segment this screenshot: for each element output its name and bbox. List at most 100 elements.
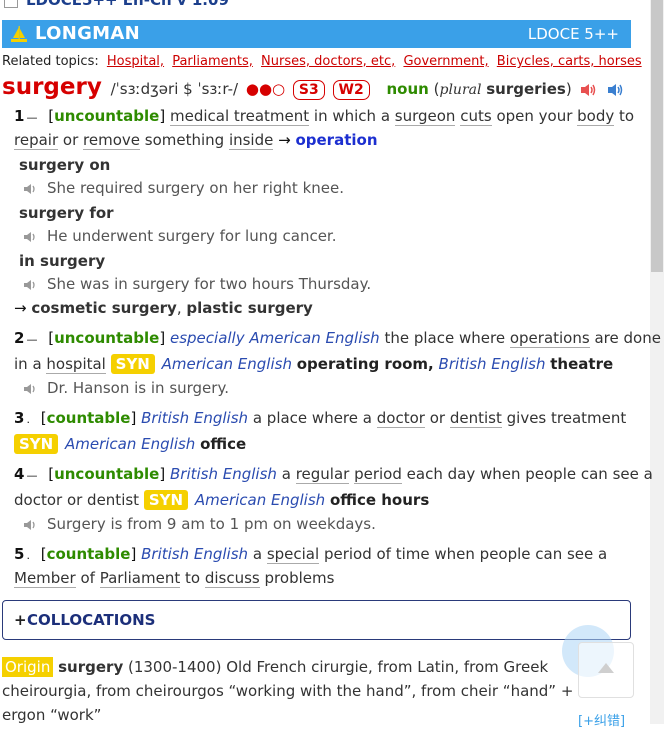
sense-4: 4— [uncountable] British English a regul… <box>14 465 653 484</box>
sense-number: 1— <box>14 107 38 125</box>
definition-text: a <box>252 545 263 563</box>
example-sentence: Surgery is from 9 am to 1 pm on weekdays… <box>23 515 376 533</box>
collocation-phrase: surgery for <box>19 204 114 222</box>
collocation-phrase: surgery on <box>19 156 111 174</box>
definition-word[interactable]: discuss <box>204 569 260 588</box>
example-sentence: Dr. Hanson is in surgery. <box>23 379 229 397</box>
checkbox[interactable] <box>4 0 18 8</box>
collocation-phrase: in surgery <box>19 252 106 270</box>
definition-word[interactable]: doctor <box>376 409 425 428</box>
longman-banner: LONGMAN LDOCE 5++ <box>2 20 631 48</box>
cross-reference-link[interactable]: operation <box>295 131 377 149</box>
definition-word[interactable]: special <box>266 545 320 564</box>
example-audio-icon[interactable] <box>23 383 39 395</box>
definition-text: or <box>58 131 84 149</box>
example-sentence: She required surgery on her right knee. <box>23 179 344 197</box>
plural-close: ) <box>565 80 572 98</box>
american-audio-icon[interactable] <box>607 83 625 97</box>
sense-number: 2— <box>14 329 38 347</box>
collocations-label[interactable]: COLLOCATIONS <box>27 611 155 629</box>
grammar-label: [uncountable] <box>48 465 166 483</box>
definition-word[interactable]: operations <box>509 329 590 348</box>
sense-number: 4— <box>14 465 38 483</box>
collocations-expander[interactable]: + COLLOCATIONS <box>2 600 631 640</box>
british-audio-icon[interactable] <box>580 83 598 97</box>
definition-word[interactable]: remove <box>83 131 140 150</box>
definition-word[interactable]: inside <box>228 131 274 150</box>
related-topics: Related topics: Hospital, Parliaments, N… <box>2 54 642 69</box>
edition-label: LDOCE 5++ <box>527 25 619 43</box>
register-label: British English <box>438 355 546 373</box>
synonym-badge: SYN <box>14 434 59 454</box>
definition-word[interactable]: cuts <box>460 107 492 126</box>
definition-word[interactable]: hospital <box>46 355 106 374</box>
sense-2-continued: in a hospital SYN American English opera… <box>14 354 613 374</box>
register-label: British English <box>141 409 249 427</box>
dictionary-name: LDOCE5++ En-Cn v 1.09 <box>26 0 229 9</box>
definition-word[interactable]: surgeon <box>394 107 456 126</box>
definition-text: gives treatment <box>506 409 627 427</box>
definition-text: in a <box>14 355 42 373</box>
definition-text: open your <box>491 107 578 125</box>
sense-3-continued: SYN American English office <box>14 434 246 454</box>
top-strip: LDOCE5++ En-Cn v 1.09 <box>0 0 650 12</box>
topic-link[interactable]: Nurses, doctors, etc, <box>261 54 395 69</box>
register-label: British English <box>141 545 249 563</box>
brand-name: LONGMAN <box>35 23 140 44</box>
see-also-link[interactable]: cosmetic surgery <box>31 299 176 317</box>
definition-text: are done <box>594 329 661 347</box>
example-audio-icon[interactable] <box>23 183 39 195</box>
topic-link[interactable]: Parliaments, <box>172 54 253 69</box>
expand-plus-icon[interactable]: + <box>14 611 27 629</box>
spoken-frequency-badge: S3 <box>292 80 325 100</box>
scrollbar[interactable] <box>650 0 664 724</box>
see-also-link[interactable]: plastic surgery <box>186 299 312 317</box>
synonym-badge: SYN <box>110 354 155 374</box>
example-audio-icon[interactable] <box>23 519 39 531</box>
sense-number: 3. <box>14 409 30 427</box>
sense-1: 1— [uncountable] medical treatment in wh… <box>14 107 634 126</box>
definition-text: in which a <box>309 107 395 125</box>
origin-badge: Origin <box>2 657 54 677</box>
definition-word[interactable]: medical treatment <box>169 107 310 126</box>
sense-3: 3. [countable] British English a place w… <box>14 409 627 428</box>
arrow-up-icon <box>598 663 614 673</box>
definition-word[interactable]: period <box>354 465 402 484</box>
topic-link[interactable]: Hospital, <box>107 54 164 69</box>
scroll-to-top-button[interactable] <box>578 642 634 698</box>
sense-5: 5. [countable] British English a special… <box>14 545 608 564</box>
headword: surgery <box>2 74 102 100</box>
definition-text: each day when people can see a <box>406 465 653 483</box>
synonym-word: operating room, <box>296 355 434 373</box>
example-audio-icon[interactable] <box>23 231 39 243</box>
topic-link[interactable]: Bicycles, carts, horses <box>497 54 642 69</box>
example-sentence: She was in surgery for two hours Thursda… <box>23 275 371 293</box>
definition-text: period of time when people can see a <box>323 545 608 563</box>
see-also-arrow: → <box>14 299 27 317</box>
definition-text: to <box>185 569 201 587</box>
definition-text: problems <box>264 569 335 587</box>
sense-5-continued: Member of Parliament to discuss problems <box>14 569 335 588</box>
definition-word[interactable]: Parliament <box>99 569 181 588</box>
example-audio-icon[interactable] <box>23 279 39 291</box>
definition-word[interactable]: body <box>577 107 615 126</box>
written-frequency-badge: W2 <box>332 80 370 100</box>
scrollbar-thumb[interactable] <box>651 0 663 272</box>
definition-word[interactable]: Member <box>14 569 76 588</box>
example-sentence: He underwent surgery for lung cancer. <box>23 227 337 245</box>
origin-word: surgery <box>58 658 124 676</box>
plural-form: surgeries <box>486 80 566 98</box>
definition-word[interactable]: regular <box>295 465 350 484</box>
synonym-word: office hours <box>329 491 430 509</box>
synonym-word: office <box>200 435 247 453</box>
sense-2: 2— [uncountable] especially American Eng… <box>14 329 661 348</box>
sense-number: 5. <box>14 545 30 563</box>
definition-word[interactable]: repair <box>14 131 59 150</box>
topic-link[interactable]: Government, <box>403 54 488 69</box>
definition-text: something <box>139 131 229 149</box>
report-error-link[interactable]: [+纠错] <box>578 710 625 729</box>
definition-text: doctor or dentist <box>14 491 140 509</box>
definition-text: of <box>80 569 95 587</box>
longman-ship-icon <box>11 26 27 42</box>
definition-word[interactable]: dentist <box>449 409 502 428</box>
